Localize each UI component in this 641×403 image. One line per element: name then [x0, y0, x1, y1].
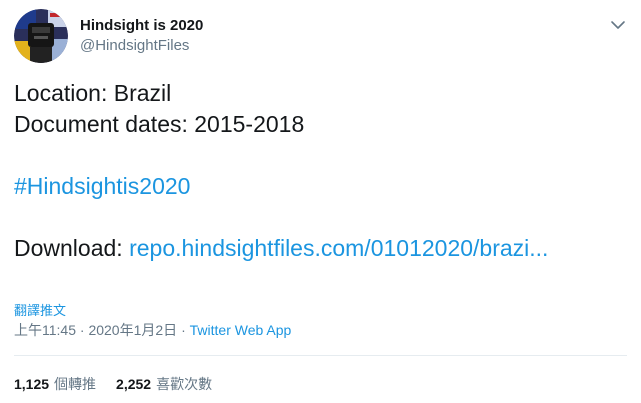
- meta-separator: ·: [181, 322, 186, 338]
- meta-separator: ·: [79, 322, 85, 338]
- tweet-stats: 1,125 個轉推 2,252 喜歡次數: [14, 374, 212, 394]
- retweets-count: 1,125: [14, 376, 50, 392]
- user-names: Hindsight is 2020 @HindsightFiles: [80, 16, 203, 56]
- tweet-header: Hindsight is 2020 @HindsightFiles: [14, 8, 203, 64]
- avatar[interactable]: [14, 9, 68, 63]
- hashtag-line: #Hindsightis2020: [14, 171, 627, 202]
- tweet-time[interactable]: 上午11:45: [14, 322, 76, 338]
- download-label: Download:: [14, 235, 123, 261]
- tweet-text: Location: Brazil Document dates: 2015-20…: [14, 78, 627, 264]
- likes-count: 2,252: [116, 376, 152, 392]
- tweet-meta: 上午11:45 · 2020年1月2日 · Twitter Web App: [14, 320, 291, 340]
- divider: [14, 355, 627, 356]
- hashtag-link[interactable]: #Hindsightis2020: [14, 173, 190, 199]
- tweet-date[interactable]: 2020年1月2日: [88, 322, 177, 338]
- retweets-stat[interactable]: 1,125 個轉推: [14, 374, 96, 394]
- tweet-source-app[interactable]: Twitter Web App: [190, 322, 292, 338]
- translate-tweet-link[interactable]: 翻譯推文: [14, 300, 66, 319]
- download-line: Download: repo.hindsightfiles.com/010120…: [14, 233, 627, 264]
- likes-stat[interactable]: 2,252 喜歡次數: [116, 374, 212, 394]
- display-name[interactable]: Hindsight is 2020: [80, 16, 203, 36]
- likes-label: 喜歡次數: [156, 376, 213, 392]
- user-handle[interactable]: @HindsightFiles: [80, 36, 203, 56]
- tweet-line-location: Location: Brazil: [14, 80, 172, 106]
- tweet-card: Hindsight is 2020 @HindsightFiles Locati…: [0, 0, 641, 403]
- retweets-label: 個轉推: [54, 376, 97, 392]
- tweet-line-dates: Document dates: 2015-2018: [14, 111, 305, 137]
- download-link[interactable]: repo.hindsightfiles.com/01012020/brazi..…: [129, 235, 548, 261]
- avatar-image: [14, 9, 68, 63]
- chevron-down-icon[interactable]: [609, 16, 627, 34]
